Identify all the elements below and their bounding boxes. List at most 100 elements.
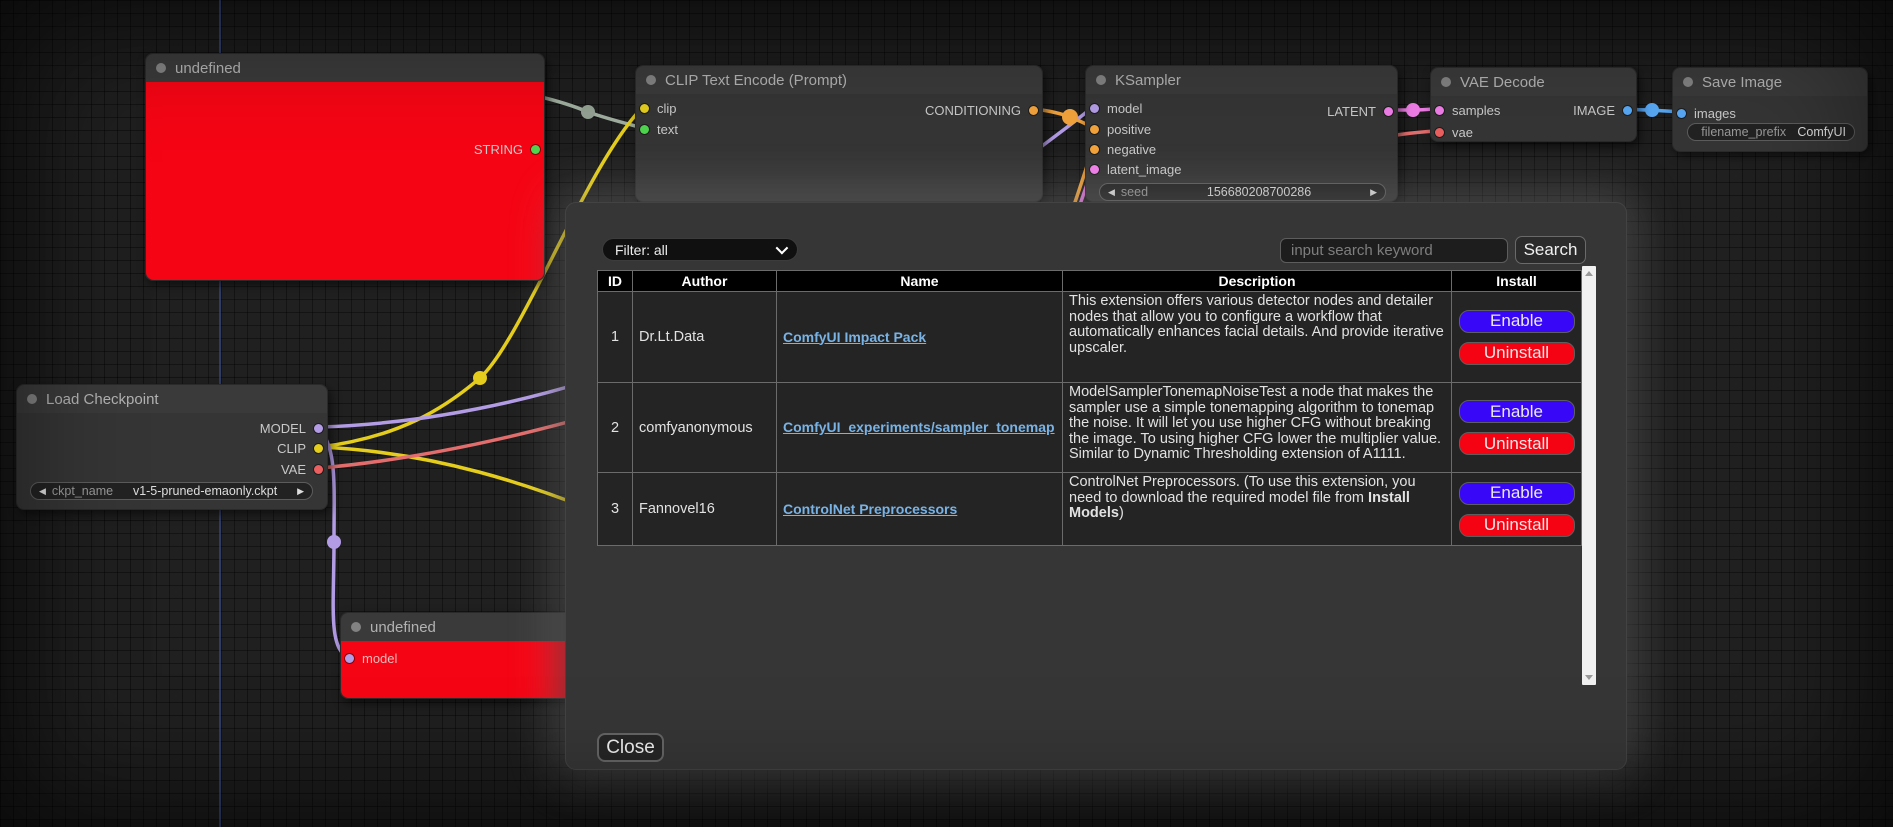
node-status-dot-icon (27, 394, 37, 404)
search-button[interactable]: Search (1515, 236, 1586, 264)
enable-button[interactable]: Enable (1459, 482, 1575, 505)
node-body[interactable] (146, 82, 544, 280)
output-port-vae[interactable] (314, 465, 323, 474)
output-port-latent[interactable] (1384, 107, 1393, 116)
decrement-arrow-icon[interactable]: ◀ (1108, 188, 1115, 197)
output-port-model[interactable] (314, 424, 323, 433)
cell-description: ModelSamplerTonemapNoiseTest a node that… (1063, 383, 1452, 473)
node-load-checkpoint[interactable]: Load Checkpoint MODEL CLIP VAE ◀ ckpt_na… (16, 384, 328, 510)
uninstall-button[interactable]: Uninstall (1459, 514, 1575, 537)
node-title-bar[interactable]: Save Image (1673, 68, 1867, 96)
close-button[interactable]: Close (597, 733, 664, 762)
input-port-vae[interactable] (1435, 128, 1444, 137)
node-title-bar[interactable]: Load Checkpoint (17, 385, 327, 413)
table-row: 1 Dr.Lt.Data ComfyUI Impact Pack This ex… (598, 292, 1582, 383)
node-status-dot-icon (351, 622, 361, 632)
cell-id: 2 (598, 383, 633, 473)
table-row: 2 comfyanonymous ComfyUI_experiments/sam… (598, 383, 1582, 473)
decrement-arrow-icon[interactable]: ◀ (39, 487, 46, 496)
widget-value: 156680208700286 (1154, 185, 1364, 199)
node-title: KSampler (1115, 72, 1181, 89)
vertical-scrollbar[interactable] (1582, 266, 1596, 685)
link-midpoint-dot[interactable] (1406, 103, 1420, 117)
node-title-bar[interactable]: VAE Decode (1431, 68, 1636, 96)
widget-label: filename_prefix (1696, 125, 1791, 139)
filter-select[interactable]: Filter: all (602, 238, 798, 261)
scroll-down-arrow-icon[interactable] (1585, 675, 1593, 680)
enable-button[interactable]: Enable (1459, 400, 1575, 423)
input-port-samples[interactable] (1435, 106, 1444, 115)
custom-nodes-manager-dialog: Filter: all Search ID Author Name Descri… (565, 202, 1627, 770)
cell-author: comfyanonymous (633, 383, 777, 473)
node-vae-decode[interactable]: VAE Decode samples vae IMAGE (1430, 67, 1637, 142)
node-save-image[interactable]: Save Image images filename_prefix ComfyU… (1672, 67, 1868, 152)
search-input[interactable] (1280, 238, 1508, 263)
input-port-text[interactable] (640, 125, 649, 134)
node-title-bar[interactable]: undefined (146, 54, 544, 82)
input-port-model[interactable] (1090, 104, 1099, 113)
node-title-bar[interactable]: CLIP Text Encode (Prompt) (636, 66, 1042, 94)
output-port-image[interactable] (1623, 106, 1632, 115)
input-port-negative[interactable] (1090, 145, 1099, 154)
input-label: latent_image (1107, 162, 1181, 177)
node-status-dot-icon (156, 63, 166, 73)
increment-arrow-icon[interactable]: ▶ (297, 487, 304, 496)
widget-value: ComfyUI (1797, 125, 1846, 139)
node-ksampler[interactable]: KSampler model positive negative latent_… (1085, 65, 1398, 202)
input-label: samples (1452, 103, 1500, 118)
input-port-latent-image[interactable] (1090, 165, 1099, 174)
seed-widget[interactable]: ◀ seed 156680208700286 ▶ (1099, 183, 1386, 201)
input-port-model[interactable] (345, 654, 354, 663)
output-port-clip[interactable] (314, 444, 323, 453)
link-midpoint-dot[interactable] (327, 535, 341, 549)
uninstall-button[interactable]: Uninstall (1459, 342, 1575, 365)
node-undefined-string[interactable]: undefined STRING (145, 53, 545, 281)
node-clip-text-encode[interactable]: CLIP Text Encode (Prompt) clip text COND… (635, 65, 1043, 202)
input-port-images[interactable] (1677, 109, 1686, 118)
extension-list-scroll-area[interactable]: ID Author Name Description Install 1 Dr.… (597, 266, 1596, 685)
cell-author: Dr.Lt.Data (633, 292, 777, 383)
extension-link[interactable]: ComfyUI Impact Pack (783, 329, 926, 345)
widget-label: ckpt_name (52, 484, 113, 498)
filename-prefix-widget[interactable]: filename_prefix ComfyUI (1687, 123, 1855, 141)
link-midpoint-dot[interactable] (473, 371, 487, 385)
output-port-conditioning[interactable] (1029, 106, 1038, 115)
input-label: clip (657, 101, 677, 116)
input-label: model (362, 651, 397, 666)
uninstall-button[interactable]: Uninstall (1459, 432, 1575, 455)
increment-arrow-icon[interactable]: ▶ (1370, 188, 1377, 197)
header-author: Author (633, 271, 777, 292)
input-port-positive[interactable] (1090, 125, 1099, 134)
node-status-dot-icon (646, 75, 656, 85)
chevron-down-icon (776, 242, 789, 255)
input-port-clip[interactable] (640, 104, 649, 113)
extension-link[interactable]: ComfyUI_experiments/sampler_tonemap (783, 419, 1055, 435)
cell-description: This extension offers various detector n… (1063, 292, 1452, 383)
node-status-dot-icon (1096, 75, 1106, 85)
input-label: text (657, 122, 678, 137)
output-port-string[interactable] (531, 145, 540, 154)
link-midpoint-dot[interactable] (581, 105, 595, 119)
comfyui-canvas[interactable]: undefined STRING CLIP Text Encode (Promp… (0, 0, 1893, 827)
filter-selected-value: Filter: all (615, 242, 668, 258)
cell-id: 3 (598, 473, 633, 546)
output-label: CONDITIONING (925, 103, 1021, 118)
cell-author: Fannovel16 (633, 473, 777, 546)
link-midpoint-dot[interactable] (1645, 103, 1659, 117)
node-title: undefined (175, 60, 241, 77)
node-title-bar[interactable]: KSampler (1086, 66, 1397, 94)
header-name: Name (777, 271, 1063, 292)
input-label: images (1694, 106, 1736, 121)
node-status-dot-icon (1683, 77, 1693, 87)
scroll-up-arrow-icon[interactable] (1585, 271, 1593, 276)
node-title: undefined (370, 619, 436, 636)
input-label: positive (1107, 122, 1151, 137)
extension-link[interactable]: ControlNet Preprocessors (783, 501, 957, 517)
enable-button[interactable]: Enable (1459, 310, 1575, 333)
table-header-row: ID Author Name Description Install (598, 271, 1582, 292)
node-title: VAE Decode (1460, 74, 1545, 91)
node-status-dot-icon (1441, 77, 1451, 87)
output-label: LATENT (1327, 104, 1376, 119)
link-midpoint-dot[interactable] (1062, 109, 1078, 125)
ckpt-name-widget[interactable]: ◀ ckpt_name v1-5-pruned-emaonly.ckpt ▶ (30, 482, 313, 500)
